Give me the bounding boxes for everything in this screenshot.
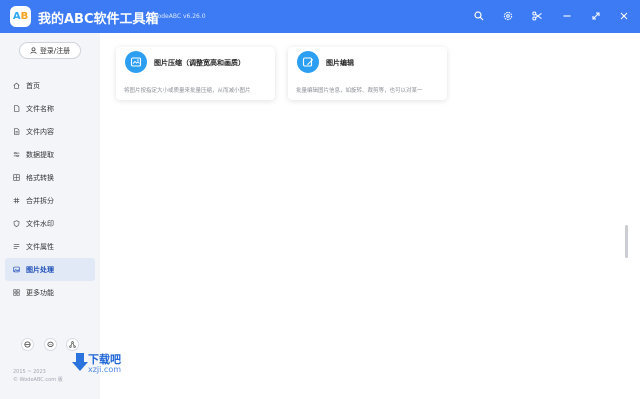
settings-icon [503,11,513,21]
card-description: 将图片按指定大小或质量来批量压缩，从而减小图片 [124,88,251,94]
image-compress-icon [125,51,147,73]
sidebar-item-merge-split[interactable]: 合并拆分 [5,189,95,212]
scissors-icon [532,11,542,21]
image-edit-icon [297,51,319,73]
user-icon [30,47,37,54]
app-version: WodeABC v6.26.0 [152,13,206,20]
share-icon [69,341,76,348]
sidebar-item-label: 数据提取 [26,150,54,159]
share-button[interactable] [66,338,79,351]
sidebar-item-label: 合并拆分 [26,196,54,205]
minimize-icon [563,15,571,17]
sidebar-nav: 首页 文件名称 文件内容 数据提取 格式转换 合并拆分 文件水印 文件属性 图片… [5,74,95,304]
sidebar-bottom-icons [21,338,79,351]
sidebar-item-label: 文件属性 [26,242,54,251]
title-bar: AB 我的ABC软件工具箱 WodeABC v6.26.0 [0,0,640,33]
maximize-button[interactable] [588,8,604,24]
watermark-text: 下载吧 xzji.com [88,353,122,375]
close-icon [620,12,628,20]
image-edit-glyph [302,57,314,67]
sidebar-item-home[interactable]: 首页 [5,74,95,97]
sidebar-item-label: 文件名称 [26,104,54,113]
sidebar-item-file-content[interactable]: 文件内容 [5,120,95,143]
file-content-icon [14,128,20,135]
search-icon [474,11,484,21]
browser-button[interactable] [21,338,34,351]
chat-button[interactable] [43,338,57,351]
login-button[interactable]: 登录/注册 [19,42,81,59]
app-logo: AB [10,6,31,27]
maximize-icon [592,12,600,20]
sidebar-item-file-attributes[interactable]: 文件属性 [5,235,95,258]
card-description: 批量编辑图片信息，如旋转、裁剪等，也可以对某一 [296,88,423,94]
settings-button[interactable] [500,8,516,24]
list-icon [13,244,20,249]
sidebar-item-label: 图片处理 [26,265,54,274]
watermark-line1: 下载吧 [88,353,121,366]
sidebar-item-label: 文件水印 [26,219,54,228]
shield-icon [13,220,20,227]
browser-icon [24,341,31,348]
sidebar-item-image-processing[interactable]: 图片处理 [5,258,95,281]
sidebar: 登录/注册 首页 文件名称 文件内容 数据提取 格式转换 合并拆分 文件水印 文… [0,33,100,399]
file-icon [14,105,20,112]
app-title: 我的ABC软件工具箱 [38,12,159,27]
image-icon [13,266,20,273]
chat-icon [46,341,54,347]
image-compress-glyph [130,57,142,67]
card-image-compress[interactable]: 图片压缩（调整宽高和画质） 将图片按指定大小或质量来批量压缩，从而减小图片 [116,47,275,100]
sidebar-item-more[interactable]: 更多功能 [5,281,95,304]
download-arrow-icon [72,353,88,371]
grid-icon [13,174,20,181]
card-title: 图片压缩（调整宽高和画质） [154,59,245,67]
copyright: 2015 ~ 2023 © WodeABC.com 版 [13,368,63,384]
app-logo-text: AB [12,10,29,22]
sidebar-item-file-name[interactable]: 文件名称 [5,97,95,120]
login-label: 登录/注册 [39,46,71,55]
main-content: 图片压缩（调整宽高和画质） 将图片按指定大小或质量来批量压缩，从而减小图片 图片… [100,33,640,399]
close-button[interactable] [616,8,632,24]
sidebar-item-watermark[interactable]: 文件水印 [5,212,95,235]
sidebar-item-label: 格式转换 [26,173,54,182]
scissors-button[interactable] [529,8,545,24]
copyright-site: © WodeABC.com 版 [13,377,63,383]
home-icon [13,82,20,89]
site-watermark: 下载吧 xzji.com [72,353,122,375]
minimize-button[interactable] [559,8,575,24]
more-icon [13,289,20,296]
sidebar-item-format-convert[interactable]: 格式转换 [5,166,95,189]
scrollbar[interactable] [625,225,628,258]
card-title: 图片编辑 [326,59,354,67]
card-image-edit[interactable]: 图片编辑 批量编辑图片信息，如旋转、裁剪等，也可以对某一 [288,47,447,100]
sidebar-item-data-extract[interactable]: 数据提取 [5,143,95,166]
sidebar-item-label: 首页 [26,81,40,90]
sidebar-item-label: 文件内容 [26,127,54,136]
copyright-years: 2015 ~ 2023 [13,369,46,375]
watermark-line2: xzji.com [88,365,122,374]
sidebar-item-label: 更多功能 [26,288,54,297]
search-button[interactable] [471,8,487,24]
extract-icon [13,151,20,158]
hash-icon [13,197,20,204]
